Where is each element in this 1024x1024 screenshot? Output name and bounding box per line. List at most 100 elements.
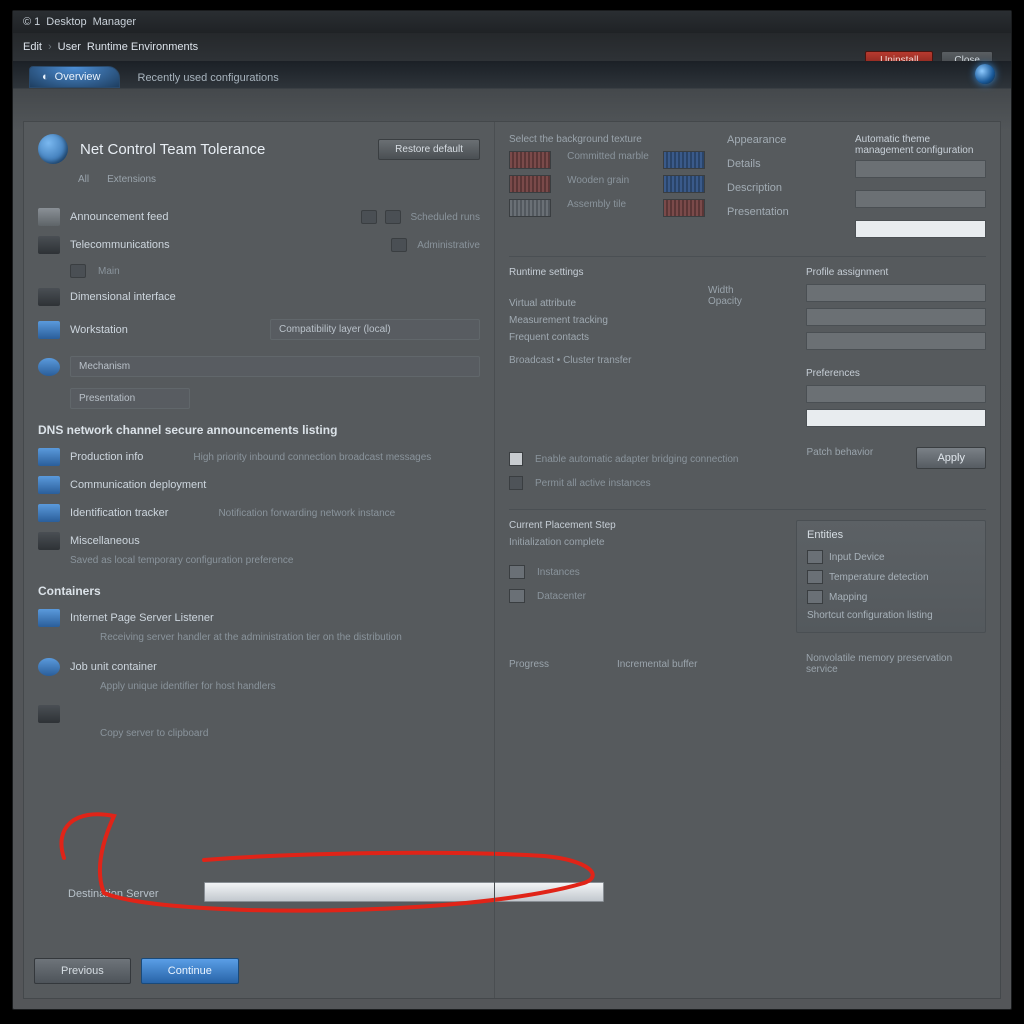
mid-divider: Broadcast • Cluster transfer xyxy=(509,355,690,366)
comm-icon xyxy=(38,476,60,494)
tile-instances[interactable]: Instances xyxy=(509,560,782,584)
tile-instances-label: Instances xyxy=(537,567,580,578)
subtab-ext[interactable]: Extensions xyxy=(107,174,156,185)
temperature-icon xyxy=(807,570,823,584)
row-telecom[interactable]: Telecommunications Administrative xyxy=(38,231,480,259)
progress-label: Progress xyxy=(509,659,599,670)
destination-label: Destination Server xyxy=(68,888,159,900)
cont-job[interactable]: Job unit container xyxy=(38,653,480,681)
title-app: Desktop xyxy=(46,16,86,28)
row-announcement[interactable]: Announcement feed Scheduled runs xyxy=(38,203,480,231)
module-icon xyxy=(38,134,68,164)
field-details[interactable] xyxy=(855,190,986,208)
tab-overview[interactable]: ◐ Overview xyxy=(29,66,120,88)
kv3: Frequent contacts xyxy=(509,332,629,343)
cont-copy[interactable] xyxy=(38,700,480,728)
copy-icon xyxy=(38,705,60,723)
sr-production-desc: High priority inbound connection broadca… xyxy=(193,452,431,463)
sched-icon xyxy=(385,210,401,224)
restore-default-button[interactable]: Restore default xyxy=(378,139,480,160)
sr-misc[interactable]: Miscellaneous xyxy=(38,527,480,555)
sr-production-label: Production info xyxy=(70,451,143,463)
previous-button[interactable]: Previous xyxy=(34,958,131,984)
mech-icon xyxy=(38,358,60,376)
content-area: Net Control Team Tolerance Restore defau… xyxy=(23,121,1001,999)
field-opacity[interactable] xyxy=(806,308,986,326)
sr-comm[interactable]: Communication deployment xyxy=(38,471,480,499)
thumb-1b[interactable] xyxy=(663,151,705,169)
workstation-icon xyxy=(38,321,60,339)
dim-icon xyxy=(38,288,60,306)
ent-shortcut[interactable]: Shortcut configuration listing xyxy=(807,607,975,624)
tile-datacenter[interactable]: Datacenter xyxy=(509,584,782,608)
panel-appearance: Select the background texture Committed … xyxy=(509,134,986,244)
thumb-2[interactable] xyxy=(509,175,551,193)
thumb-3-label: Assembly tile xyxy=(567,199,653,217)
mapping-icon xyxy=(807,590,823,604)
subtab-all[interactable]: All xyxy=(78,174,89,185)
progress-row: Progress Incremental buffer Nonvolatile … xyxy=(509,653,986,675)
sr-misc-desc: Saved as local temporary configuration p… xyxy=(70,555,480,566)
placement-note: Initialization complete xyxy=(509,537,782,548)
panel-runtime: Runtime settings Virtual attribute Measu… xyxy=(509,256,986,433)
apply-button[interactable]: Apply xyxy=(916,447,986,469)
thumb-1-label: Committed marble xyxy=(567,151,653,169)
chk-side: Patch behavior xyxy=(806,447,906,495)
entities-panel: Entities Input Device Temperature detect… xyxy=(796,520,986,633)
field-pref2[interactable] xyxy=(806,409,986,427)
row-announcement-label: Announcement feed xyxy=(70,211,168,223)
row-telecom-sub[interactable]: Main xyxy=(38,259,480,283)
row-mech[interactable]: Mechanism xyxy=(38,348,480,385)
profile-title: Profile assignment xyxy=(806,267,986,278)
thumb-2b[interactable] xyxy=(663,175,705,193)
chk-row-1[interactable]: Enable automatic adapter bridging connec… xyxy=(509,447,796,471)
row-workstation[interactable]: Workstation Compatibility layer (local) xyxy=(38,311,480,348)
continue-button[interactable]: Continue xyxy=(141,958,239,984)
band-pres[interactable]: Presentation xyxy=(70,388,190,409)
thumb-1[interactable] xyxy=(509,151,551,169)
orb-icon[interactable] xyxy=(975,64,995,84)
ent-temp[interactable]: Temperature detection xyxy=(807,567,975,587)
cont-server-desc: Receiving server handler at the administ… xyxy=(100,632,480,643)
breadcrumb-sep: › xyxy=(48,41,52,53)
field-appearance[interactable] xyxy=(855,160,986,178)
lbl-desc: Description xyxy=(727,182,837,194)
runtime-title: Runtime settings xyxy=(509,267,690,278)
kv1: Virtual attribute xyxy=(509,298,629,309)
panel-checks: Enable automatic adapter bridging connec… xyxy=(509,447,986,495)
datacenter-icon xyxy=(509,589,525,603)
breadcrumb-2[interactable]: Runtime Environments xyxy=(87,41,198,53)
breadcrumb-1[interactable]: User xyxy=(58,41,81,53)
ent-map[interactable]: Mapping xyxy=(807,587,975,607)
chk-row-2[interactable]: Permit all active instances xyxy=(509,471,796,495)
production-icon xyxy=(38,448,60,466)
sr-ident-desc: Notification forwarding network instance xyxy=(218,508,395,519)
field-pref1[interactable] xyxy=(806,385,986,403)
job-icon xyxy=(38,658,60,676)
row-dim[interactable]: Dimensional interface xyxy=(38,283,480,311)
field-width[interactable] xyxy=(806,284,986,302)
right-column: Select the background texture Committed … xyxy=(494,122,1000,998)
thumb-3b[interactable] xyxy=(663,199,705,217)
tab-recent[interactable]: Recently used configurations xyxy=(120,68,297,88)
bg-title: Select the background texture xyxy=(509,134,709,145)
ent-input[interactable]: Input Device xyxy=(807,547,975,567)
chk2-label: Permit all active instances xyxy=(535,478,651,489)
sr-ident[interactable]: Identification tracker Notification forw… xyxy=(38,499,480,527)
cont-server[interactable]: Internet Page Server Listener xyxy=(38,604,480,632)
field-extra[interactable] xyxy=(806,332,986,350)
field-desc[interactable] xyxy=(855,220,986,238)
checkbox-2[interactable] xyxy=(509,476,523,490)
kv1r-b: Opacity xyxy=(708,296,788,307)
ent-temp-label: Temperature detection xyxy=(829,572,929,583)
thumb-3[interactable] xyxy=(509,199,551,217)
sr-production[interactable]: Production info High priority inbound co… xyxy=(38,443,480,471)
breadcrumb-root[interactable]: Edit xyxy=(23,41,42,53)
cont-job-desc: Apply unique identifier for host handler… xyxy=(100,681,480,692)
cont-copy-desc: Copy server to clipboard xyxy=(100,728,480,739)
row-telecom-label: Telecommunications xyxy=(70,239,170,251)
checkbox-1[interactable] xyxy=(509,452,523,466)
footer: Previous Continue xyxy=(34,958,484,984)
left-column: Net Control Team Tolerance Restore defau… xyxy=(24,122,494,998)
title-suffix: Manager xyxy=(93,16,136,28)
